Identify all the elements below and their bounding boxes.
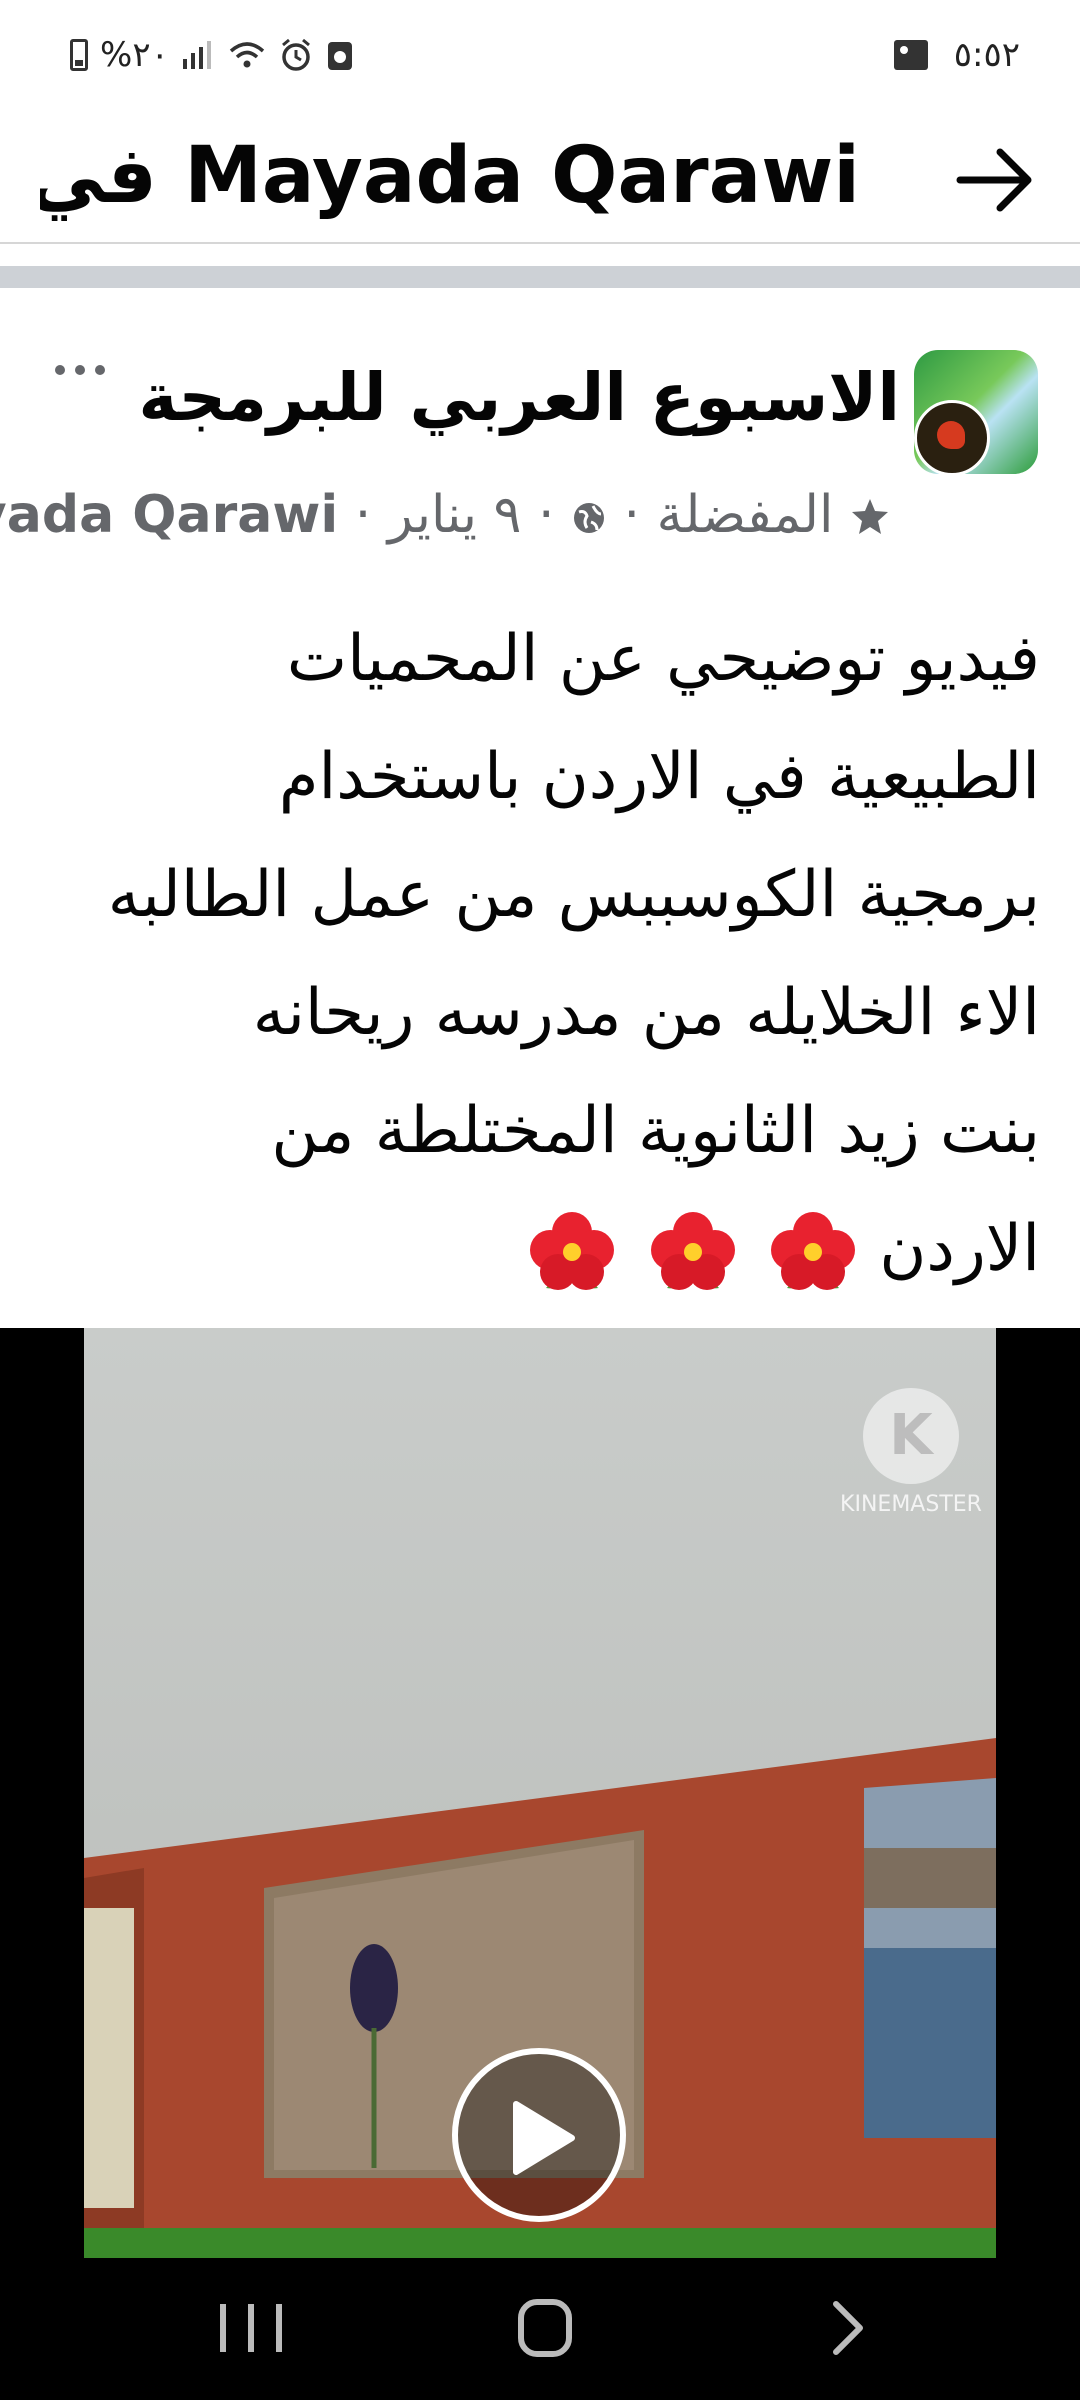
post-header: الاسبوع العربي للبرمجة المفضلة · · ٩ ينا…	[0, 300, 1080, 560]
hibiscus-emoji-icon	[770, 1212, 855, 1291]
post-text-line: الاردن	[879, 1212, 1040, 1286]
group-name[interactable]: الاسبوع العربي للبرمجة	[139, 348, 900, 448]
hibiscus-emoji-icon	[650, 1212, 735, 1291]
battery-percent: %٢٠	[100, 35, 169, 75]
video-player[interactable]: K KINEMASTER	[0, 1328, 1080, 2258]
status-time: ٥:٥٢	[953, 35, 1020, 75]
back-nav-icon[interactable]	[808, 2298, 888, 2358]
page-title: Mayada Qarawi في ...	[40, 131, 860, 221]
post-body: فيديو توضيحي عن المحميات الطبيعية في الا…	[40, 600, 1040, 1320]
post-meta: المفضلة · · ٩ يناير · Mayada Qarawi	[0, 480, 890, 550]
recycle-icon	[327, 42, 352, 70]
kinemaster-watermark: K KINEMASTER	[826, 1388, 996, 1538]
post-text-line: برمجية الكوسببس من عمل الطالبه	[107, 858, 1040, 932]
play-button[interactable]	[452, 2048, 626, 2222]
favorites-label[interactable]: المفضلة	[657, 480, 834, 550]
globe-icon	[574, 503, 605, 533]
post-text-line: الاء الخلايله من مدرسه ريحانه	[252, 976, 1040, 1050]
alarm-icon	[281, 38, 310, 71]
watermark-text: KINEMASTER	[840, 1492, 982, 1517]
profile-avatar	[914, 400, 990, 474]
post-text-line: الطبيعية في الاردن باستخدام	[278, 740, 1040, 814]
post-author[interactable]: Mayada Qarawi	[0, 480, 338, 550]
signal-icon	[182, 41, 211, 69]
more-dots-icon[interactable]	[50, 360, 110, 380]
status-icons-left: %٢٠	[70, 30, 355, 80]
post-date[interactable]: ٩ يناير	[388, 480, 522, 550]
home-icon[interactable]	[505, 2298, 585, 2358]
image-notification-icon	[893, 40, 928, 70]
status-bar: %٢٠ ٥:٥٢	[0, 0, 1080, 110]
wifi-icon	[229, 42, 264, 68]
status-icons-right: ٥:٥٢	[893, 30, 1020, 80]
group-avatar[interactable]	[914, 350, 1038, 474]
play-icon	[513, 2101, 575, 2175]
page-header: Mayada Qarawi في ...	[0, 110, 1080, 244]
recent-apps-icon[interactable]	[212, 2298, 292, 2358]
meta-separator: ·	[623, 485, 641, 545]
hibiscus-emoji-icon	[530, 1212, 615, 1291]
arrow-right-icon[interactable]	[950, 140, 1040, 220]
kinemaster-logo-icon: K	[863, 1388, 959, 1484]
post-text-line: فيديو توضيحي عن المحميات	[286, 622, 1040, 696]
battery-icon	[70, 39, 88, 71]
meta-separator: ·	[537, 485, 555, 545]
meta-separator: ·	[354, 485, 372, 545]
system-nav-bar	[0, 2258, 1080, 2400]
post-text-line: بنت زيد الثانوية المختلطة من	[271, 1094, 1040, 1168]
section-divider	[0, 266, 1080, 288]
star-icon	[852, 499, 888, 534]
post-text-last-line: الاردن	[40, 1190, 1040, 1308]
